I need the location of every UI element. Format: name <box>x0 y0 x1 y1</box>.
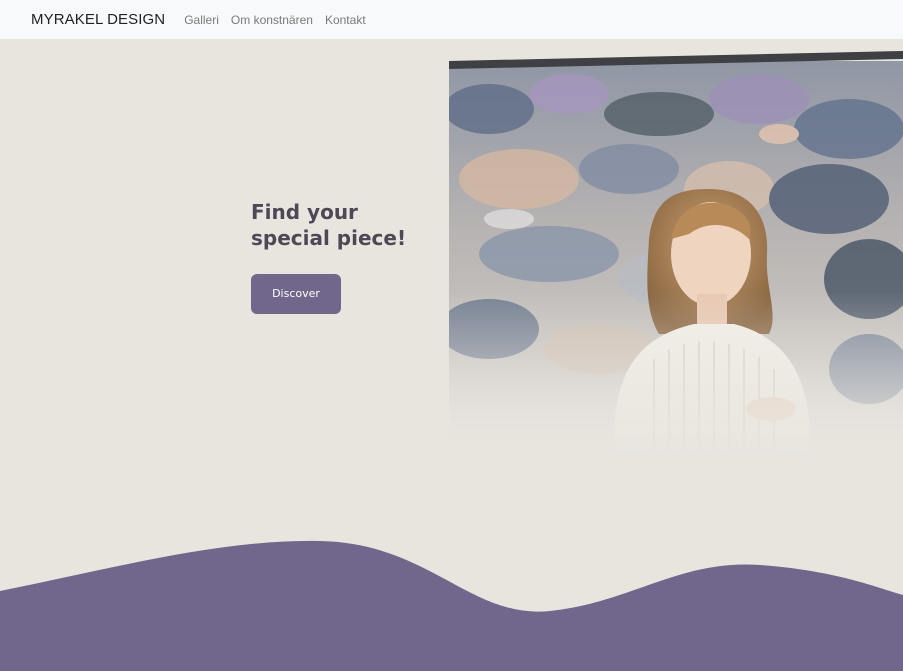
nav-link-galleri[interactable]: Galleri <box>184 13 219 27</box>
brand-logo-link[interactable]: MYRAKEL DESIGN <box>31 11 165 28</box>
decorative-wave <box>0 540 903 671</box>
navbar: MYRAKEL DESIGN Galleri Om konstnären Kon… <box>0 0 903 39</box>
nav-links: Galleri Om konstnären Kontakt <box>184 13 365 27</box>
headline-line-1: Find your <box>251 200 358 224</box>
nav-link-om-konstnaren[interactable]: Om konstnären <box>231 13 313 27</box>
hero-image-svg <box>449 39 903 459</box>
hero-section: Find your special piece! Discover <box>0 39 903 671</box>
discover-button[interactable]: Discover <box>251 274 341 314</box>
nav-link-kontakt[interactable]: Kontakt <box>325 13 366 27</box>
headline-line-2: special piece! <box>251 226 407 250</box>
hero-text: Find your special piece! Discover <box>251 199 451 314</box>
hero-image-artist-painting <box>449 39 903 459</box>
hero-headline: Find your special piece! <box>251 199 451 251</box>
